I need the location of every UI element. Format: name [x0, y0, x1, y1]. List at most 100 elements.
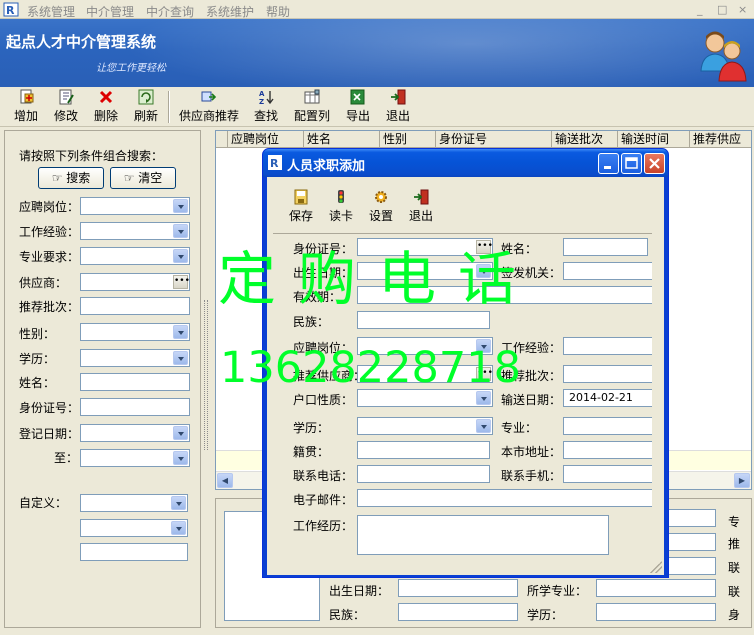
- chevron-down-icon[interactable]: [173, 224, 188, 238]
- col-position[interactable]: 应聘岗位: [228, 131, 304, 148]
- menu-system[interactable]: 系统管理: [27, 3, 75, 20]
- major-req-label: 专业要求：: [19, 250, 80, 264]
- restore-button[interactable]: □: [717, 3, 727, 16]
- ellipsis-icon[interactable]: •••: [173, 275, 190, 289]
- f-mobile-input[interactable]: [563, 465, 652, 483]
- supplier-picker[interactable]: •••: [80, 273, 190, 291]
- to-label: 至：: [54, 451, 79, 465]
- hand-pointer-icon: ☞: [123, 171, 135, 185]
- minimize-button[interactable]: _: [697, 3, 703, 16]
- dialog-minimize-button[interactable]: [598, 153, 619, 174]
- chevron-down-icon[interactable]: [173, 249, 188, 263]
- menu-help[interactable]: 帮助: [266, 3, 290, 20]
- f-native-label: 籍贯：: [293, 445, 330, 459]
- col-send-time[interactable]: 输送时间: [618, 131, 690, 148]
- education-select[interactable]: [80, 349, 190, 367]
- save-button[interactable]: 保存: [283, 189, 319, 224]
- add-button[interactable]: 增加: [10, 89, 42, 125]
- chevron-down-icon[interactable]: [476, 419, 491, 433]
- experience-select[interactable]: [80, 222, 190, 240]
- f-education-label: 学历：: [293, 421, 330, 435]
- close-icon: [649, 158, 660, 169]
- custom-operator-select[interactable]: [80, 519, 188, 537]
- search-button-label: 搜索: [66, 171, 91, 185]
- f-native-input[interactable]: [357, 441, 490, 459]
- refresh-label: 刷新: [133, 109, 158, 123]
- read-card-button[interactable]: 读卡: [323, 189, 359, 224]
- grid-header: 应聘岗位 姓名 性别 身份证号 输送批次 输送时间 推荐供应: [216, 131, 751, 148]
- panel-splitter[interactable]: [204, 300, 208, 450]
- major-req-select[interactable]: [80, 247, 190, 265]
- chevron-down-icon[interactable]: [173, 325, 188, 339]
- f-major-label: 专业：: [501, 421, 538, 435]
- col-batch[interactable]: 输送批次: [552, 131, 618, 148]
- custom-field-select[interactable]: [80, 494, 188, 512]
- f-batch-input[interactable]: [563, 365, 652, 383]
- supplier-recommend-label: 供应商推荐: [178, 109, 239, 123]
- menu-agency[interactable]: 中介管理: [86, 3, 134, 20]
- col-supplier[interactable]: 推荐供应: [690, 131, 751, 148]
- dialog-title: 人员求职添加: [287, 159, 366, 174]
- chevron-down-icon[interactable]: [173, 351, 188, 365]
- config-columns-label: 配置列: [293, 109, 330, 123]
- add-label: 增加: [13, 109, 38, 123]
- f-issuer-input[interactable]: [563, 262, 652, 280]
- settings-icon: [375, 191, 387, 203]
- export-button[interactable]: 导出: [342, 89, 374, 125]
- scroll-left-icon[interactable]: ◀: [217, 473, 233, 488]
- supplier-recommend-button[interactable]: 供应商推荐: [176, 89, 242, 125]
- f-name-input[interactable]: [563, 238, 648, 256]
- edit-button[interactable]: 修改: [50, 89, 82, 125]
- detail-major-label: 所学专业：: [527, 584, 588, 598]
- menu-maintenance[interactable]: 系统维护: [206, 3, 254, 20]
- education-label: 学历：: [19, 352, 56, 366]
- close-button[interactable]: ×: [738, 3, 747, 16]
- custom-value-input[interactable]: [80, 543, 188, 561]
- dialog-title-bar[interactable]: R 人员求职添加: [263, 149, 668, 177]
- col-gender[interactable]: 性别: [380, 131, 436, 148]
- f-address-input[interactable]: [563, 441, 652, 459]
- reg-date-from-picker[interactable]: [80, 424, 190, 442]
- resize-grip-icon[interactable]: [650, 561, 662, 573]
- scroll-right-icon[interactable]: ▶: [734, 473, 750, 488]
- menu-query[interactable]: 中介查询: [146, 3, 194, 20]
- gender-select[interactable]: [80, 323, 190, 341]
- find-button[interactable]: AZ 查找: [250, 89, 282, 125]
- settings-button[interactable]: 设置: [363, 189, 399, 224]
- dialog-maximize-button[interactable]: [621, 153, 642, 174]
- f-phone-input[interactable]: [357, 465, 490, 483]
- clear-button[interactable]: ☞ 清空: [110, 167, 176, 189]
- card-reader-icon: [338, 190, 344, 203]
- col-id-number[interactable]: 身份证号: [436, 131, 552, 148]
- dialog-close-button[interactable]: [644, 153, 665, 174]
- f-send-date-input[interactable]: 2014-02-21: [563, 389, 652, 407]
- col-name[interactable]: 姓名: [304, 131, 380, 148]
- search-button[interactable]: ☞ 搜索: [38, 167, 104, 189]
- delete-button[interactable]: 删除: [90, 89, 122, 125]
- id-number-input[interactable]: [80, 398, 190, 416]
- refresh-button[interactable]: 刷新: [130, 89, 162, 125]
- name-input[interactable]: [80, 373, 190, 391]
- f-email-input[interactable]: [357, 489, 652, 507]
- chevron-down-icon[interactable]: [173, 426, 188, 440]
- chevron-down-icon[interactable]: [173, 199, 188, 213]
- app-title: 起点人才中介管理系统: [6, 33, 157, 51]
- position-label: 应聘岗位：: [19, 200, 80, 214]
- maximize-icon: [625, 157, 638, 169]
- f-work-history-input[interactable]: [357, 515, 609, 555]
- dialog-exit-button[interactable]: 退出: [403, 189, 439, 224]
- chevron-down-icon[interactable]: [476, 391, 491, 405]
- chevron-down-icon[interactable]: [171, 496, 186, 510]
- position-select[interactable]: [80, 197, 190, 215]
- exit-button[interactable]: 退出: [382, 89, 414, 125]
- f-experience-input[interactable]: [563, 337, 652, 355]
- f-major-input[interactable]: [563, 417, 652, 435]
- reg-date-to-picker[interactable]: [80, 449, 190, 467]
- search-heading: 请按照下列条件组合搜索：: [19, 149, 164, 163]
- chevron-down-icon[interactable]: [173, 451, 188, 465]
- chevron-down-icon[interactable]: [171, 521, 186, 535]
- f-education-select[interactable]: [357, 417, 493, 435]
- delete-icon: [99, 90, 113, 104]
- config-columns-button[interactable]: 配置列: [290, 89, 334, 125]
- batch-input[interactable]: [80, 297, 190, 315]
